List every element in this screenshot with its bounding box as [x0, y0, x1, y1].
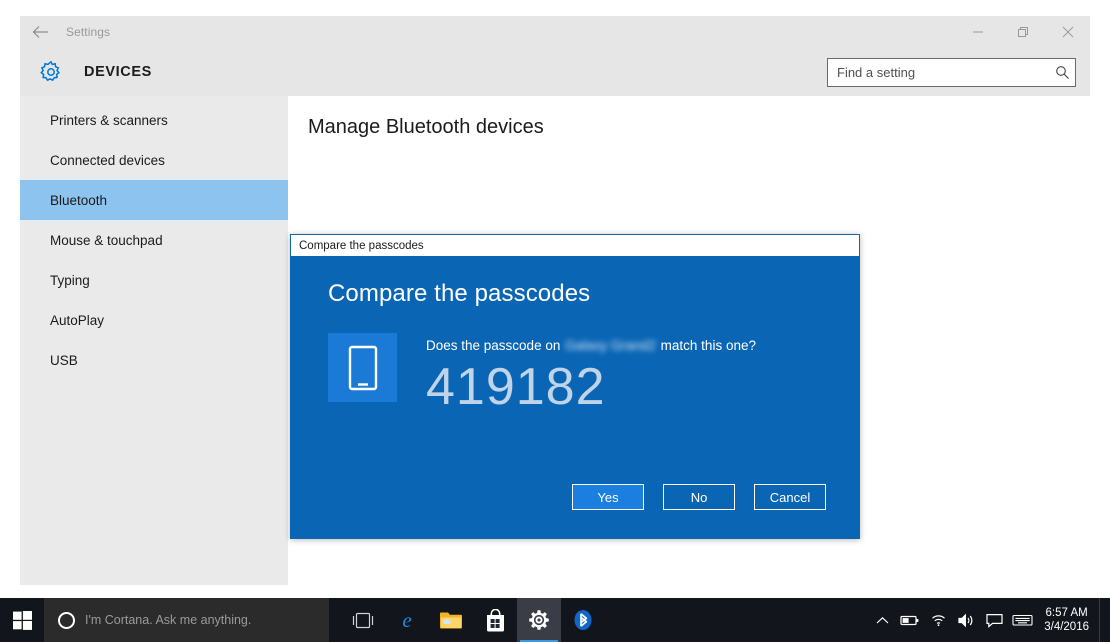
dialog-content-row: Does the passcode on Galaxy Grand2 match…: [328, 333, 828, 413]
clock-date: 3/4/2016: [1044, 621, 1089, 633]
sidebar-item-label: Connected devices: [50, 152, 165, 168]
yes-button[interactable]: Yes: [572, 484, 644, 510]
search-input[interactable]: [828, 59, 1049, 86]
dialog-heading: Compare the passcodes: [328, 280, 591, 307]
edge-icon[interactable]: e: [385, 598, 429, 642]
sidebar-item-usb[interactable]: USB: [20, 340, 288, 380]
dialog-text-block: Does the passcode on Galaxy Grand2 match…: [426, 333, 756, 413]
sidebar-item-label: Bluetooth: [50, 192, 108, 208]
cancel-button[interactable]: Cancel: [754, 484, 826, 510]
sidebar-item-autoplay[interactable]: AutoPlay: [20, 300, 288, 340]
manage-bluetooth-devices-heading: Manage Bluetooth devices: [308, 116, 544, 138]
taskbar-apps: e: [341, 598, 605, 642]
sidebar-item-bluetooth[interactable]: Bluetooth: [20, 180, 288, 220]
question-suffix: match this one?: [660, 338, 756, 353]
compare-passcodes-dialog: Compare the passcodes Compare the passco…: [290, 234, 860, 539]
search-icon[interactable]: [1049, 59, 1075, 86]
sidebar-item-label: USB: [50, 352, 78, 368]
back-arrow-icon[interactable]: [20, 16, 60, 48]
dialog-titlebar-text: Compare the passcodes: [299, 239, 424, 252]
sidebar-item-label: Printers & scanners: [50, 112, 168, 128]
sidebar-item-printers-scanners[interactable]: Printers & scanners: [20, 100, 288, 140]
question-prefix: Does the passcode on: [426, 338, 561, 353]
desktop-background: Settings DEVICES Find a setting Printers…: [0, 0, 1110, 642]
dialog-body: Compare the passcodes Does the passcode …: [290, 256, 860, 539]
dialog-button-row: Yes No Cancel: [572, 484, 826, 510]
windows-logo-icon[interactable]: [0, 598, 44, 642]
page-title: DEVICES: [84, 64, 152, 80]
cortana-search-box[interactable]: I'm Cortana. Ask me anything.: [44, 598, 329, 642]
battery-icon[interactable]: [896, 613, 924, 627]
dialog-question: Does the passcode on Galaxy Grand2 match…: [426, 338, 756, 353]
sidebar: Printers & scanners Connected devices Bl…: [20, 96, 288, 585]
show-desktop-button[interactable]: [1099, 598, 1106, 642]
task-view-icon[interactable]: [341, 598, 385, 642]
smartphone-icon: [328, 333, 397, 402]
file-explorer-icon[interactable]: [429, 598, 473, 642]
bluetooth-icon[interactable]: [561, 598, 605, 642]
keyboard-icon[interactable]: [1008, 613, 1036, 627]
minimize-icon[interactable]: [955, 16, 1000, 48]
settings-gear-icon[interactable]: [517, 598, 561, 642]
passcode-value: 419182: [426, 358, 606, 416]
dialog-titlebar: Compare the passcodes: [290, 234, 860, 256]
svg-text:e: e: [402, 608, 411, 632]
device-name-redacted: Galaxy Grand2: [565, 338, 656, 353]
cortana-placeholder: I'm Cortana. Ask me anything.: [85, 613, 252, 627]
sidebar-item-label: AutoPlay: [50, 312, 105, 328]
taskbar-clock[interactable]: 6:57 AM 3/4/2016: [1036, 606, 1099, 634]
restore-icon[interactable]: [1000, 16, 1045, 48]
window-body: Printers & scanners Connected devices Bl…: [20, 96, 1090, 585]
close-icon[interactable]: [1045, 16, 1090, 48]
sidebar-item-connected-devices[interactable]: Connected devices: [20, 140, 288, 180]
clock-time: 6:57 AM: [1045, 607, 1088, 619]
action-center-icon[interactable]: [980, 613, 1008, 628]
search-box[interactable]: [827, 58, 1076, 87]
cortana-circle-icon: [58, 611, 75, 629]
volume-icon[interactable]: [952, 613, 980, 628]
sidebar-item-label: Typing: [50, 272, 90, 288]
gear-icon: [38, 59, 64, 85]
window-title: Settings: [66, 25, 111, 39]
sidebar-item-typing[interactable]: Typing: [20, 260, 288, 300]
window-controls: [955, 16, 1090, 48]
sidebar-item-label: Mouse & touchpad: [50, 232, 163, 248]
sidebar-item-mouse-touchpad[interactable]: Mouse & touchpad: [20, 220, 288, 260]
wifi-icon[interactable]: [924, 613, 952, 627]
store-icon[interactable]: [473, 598, 517, 642]
window-titlebar: Settings: [20, 16, 1090, 48]
settings-window: Settings DEVICES Find a setting Printers…: [20, 16, 1090, 585]
no-button[interactable]: No: [663, 484, 735, 510]
chevron-up-icon[interactable]: [868, 616, 896, 625]
system-tray: 6:57 AM 3/4/2016: [868, 598, 1110, 642]
app-header: DEVICES: [20, 48, 1090, 96]
taskbar: I'm Cortana. Ask me anything. e 6:57 AM …: [0, 598, 1110, 642]
